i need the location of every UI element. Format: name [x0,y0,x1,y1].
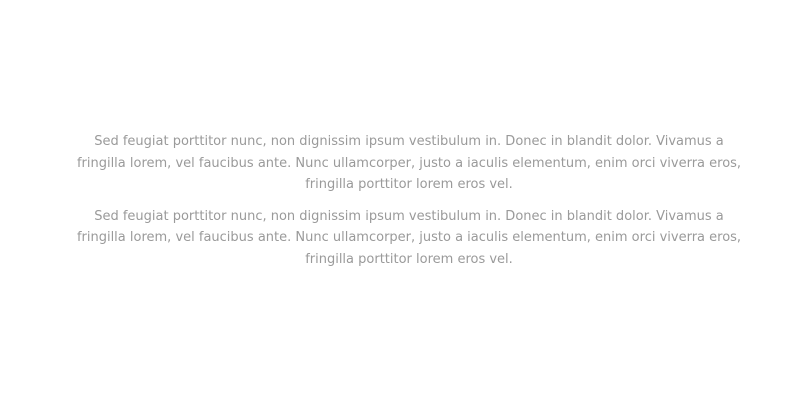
body-paragraph-2: Sed feugiat porttitor nunc, non dignissi… [76,208,742,267]
text-section: Sed feugiat porttitor nunc, non dignissi… [75,131,743,280]
body-paragraph-1: Sed feugiat porttitor nunc, non dignissi… [76,134,742,192]
